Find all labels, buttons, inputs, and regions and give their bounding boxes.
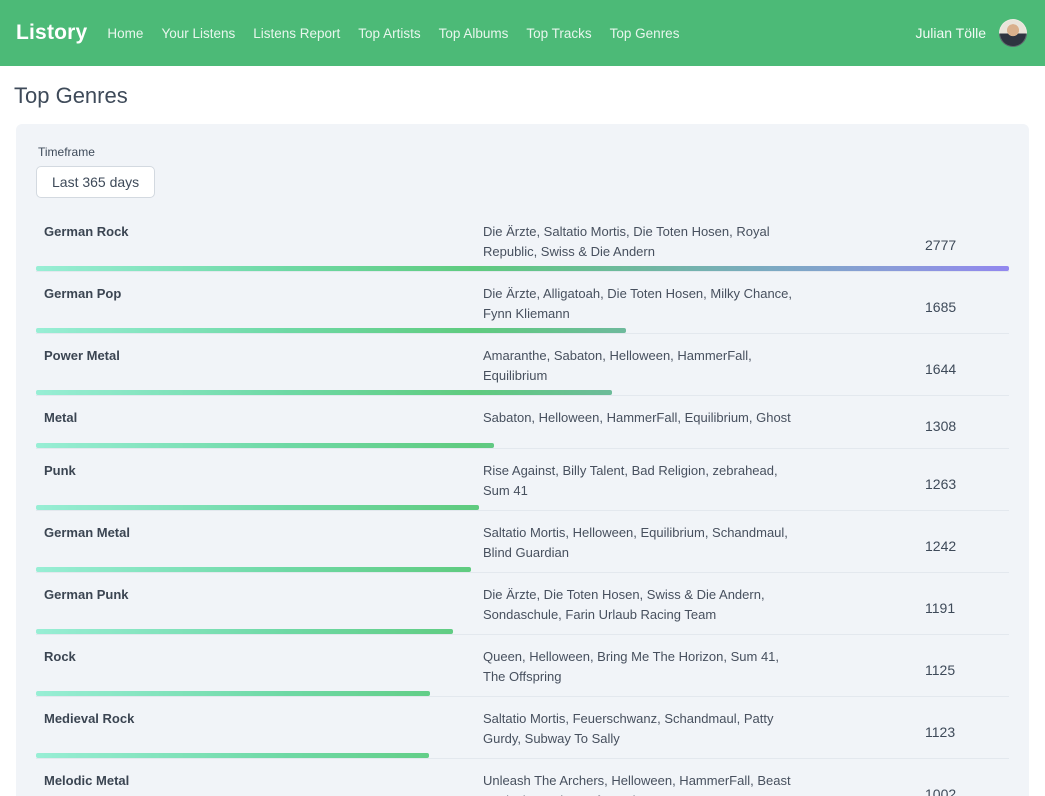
- genre-progress-fill: [36, 753, 429, 758]
- nav-item-your-listens[interactable]: Your Listens: [161, 26, 235, 41]
- genre-artists: Unleash The Archers, Helloween, HammerFa…: [483, 771, 793, 796]
- genre-count: 1125: [925, 662, 1009, 682]
- genre-artists: Die Ärzte, Alligatoah, Die Toten Hosen, …: [483, 284, 793, 333]
- genre-progress-bar: [36, 328, 626, 333]
- genre-name: Punk: [36, 461, 483, 510]
- top-navbar: Listory Home Your Listens Listens Report To…: [0, 0, 1045, 66]
- genre-progress-bar: [36, 629, 453, 634]
- genre-progress-fill: [36, 691, 430, 696]
- nav-item-top-artists[interactable]: Top Artists: [358, 26, 420, 41]
- genre-progress-fill: [36, 505, 479, 510]
- genre-name: German Pop: [36, 284, 483, 333]
- genre-count: 1191: [925, 600, 1009, 620]
- genre-count: 1263: [925, 476, 1009, 496]
- genre-row: German Pop Die Ärzte, Alligatoah, Die To…: [36, 272, 1009, 334]
- nav-item-top-genres[interactable]: Top Genres: [610, 26, 680, 41]
- user-avatar[interactable]: [999, 19, 1027, 47]
- nav-item-top-tracks[interactable]: Top Tracks: [526, 26, 591, 41]
- genre-progress-fill: [36, 390, 612, 395]
- page-title: Top Genres: [14, 83, 1045, 109]
- genre-progress-bar: [36, 567, 471, 572]
- genre-artists: Die Ärzte, Die Toten Hosen, Swiss & Die …: [483, 585, 793, 634]
- genre-progress-fill: [36, 443, 494, 448]
- nav-item-home[interactable]: Home: [107, 26, 143, 41]
- genres-card: Timeframe Last 365 days German Rock Die …: [16, 124, 1029, 796]
- genre-row: Melodic Metal Unleash The Archers, Hello…: [36, 759, 1009, 796]
- genre-progress-fill: [36, 567, 471, 572]
- genre-name: Melodic Metal: [36, 771, 483, 796]
- genre-name: Rock: [36, 647, 483, 696]
- app-logo[interactable]: Listory: [16, 21, 87, 45]
- genre-count: 1242: [925, 538, 1009, 558]
- genre-count: 1002: [925, 786, 1009, 796]
- genre-row: Rock Queen, Helloween, Bring Me The Hori…: [36, 635, 1009, 697]
- genre-artists: Sabaton, Helloween, HammerFall, Equilibr…: [483, 408, 793, 448]
- genre-name: German Metal: [36, 523, 483, 572]
- genre-progress-bar: [36, 691, 430, 696]
- nav-items: Home Your Listens Listens Report Top Artist…: [107, 26, 679, 41]
- genre-artists: Rise Against, Billy Talent, Bad Religion…: [483, 461, 793, 510]
- timeframe-label: Timeframe: [38, 145, 1009, 159]
- genres-table: German Rock Die Ärzte, Saltatio Mortis, …: [36, 210, 1009, 796]
- genre-count: 1644: [925, 361, 1009, 381]
- genre-row: Power Metal Amaranthe, Sabaton, Hellowee…: [36, 334, 1009, 396]
- nav-item-top-albums[interactable]: Top Albums: [439, 26, 509, 41]
- genre-progress-bar: [36, 390, 612, 395]
- genre-name: German Rock: [36, 222, 483, 271]
- genre-progress-bar: [36, 505, 479, 510]
- genre-progress-fill: [36, 328, 626, 333]
- genre-progress-bar: [36, 753, 429, 758]
- genre-progress-bar: [36, 266, 1009, 271]
- genre-row: German Punk Die Ärzte, Die Toten Hosen, …: [36, 573, 1009, 635]
- genre-row: German Rock Die Ärzte, Saltatio Mortis, …: [36, 210, 1009, 272]
- genre-progress-bar: [36, 443, 494, 448]
- genre-artists: Die Ärzte, Saltatio Mortis, Die Toten Ho…: [483, 222, 793, 271]
- genre-progress-fill: [36, 629, 453, 634]
- genre-artists: Saltatio Mortis, Helloween, Equilibrium,…: [483, 523, 793, 572]
- genre-row: Metal Sabaton, Helloween, HammerFall, Eq…: [36, 396, 1009, 449]
- genre-count: 2777: [925, 237, 1009, 257]
- genre-name: Metal: [36, 408, 483, 448]
- genre-row: Punk Rise Against, Billy Talent, Bad Rel…: [36, 449, 1009, 511]
- genre-progress-fill: [36, 266, 1009, 271]
- nav-item-listens-report[interactable]: Listens Report: [253, 26, 340, 41]
- genre-name: German Punk: [36, 585, 483, 634]
- main-content: Top Genres Timeframe Last 365 days Germa…: [0, 83, 1045, 796]
- genre-name: Power Metal: [36, 346, 483, 395]
- genre-artists: Saltatio Mortis, Feuerschwanz, Schandmau…: [483, 709, 793, 758]
- genre-count: 1685: [925, 299, 1009, 319]
- genre-name: Medieval Rock: [36, 709, 483, 758]
- genre-count: 1308: [925, 418, 1009, 438]
- user-name: Julian Tölle: [915, 25, 986, 41]
- genre-artists: Amaranthe, Sabaton, Helloween, HammerFal…: [483, 346, 793, 395]
- genre-row: German Metal Saltatio Mortis, Helloween,…: [36, 511, 1009, 573]
- timeframe-select[interactable]: Last 365 days: [36, 166, 155, 198]
- genre-row: Medieval Rock Saltatio Mortis, Feuerschw…: [36, 697, 1009, 759]
- genre-artists: Queen, Helloween, Bring Me The Horizon, …: [483, 647, 793, 696]
- genre-count: 1123: [925, 724, 1009, 744]
